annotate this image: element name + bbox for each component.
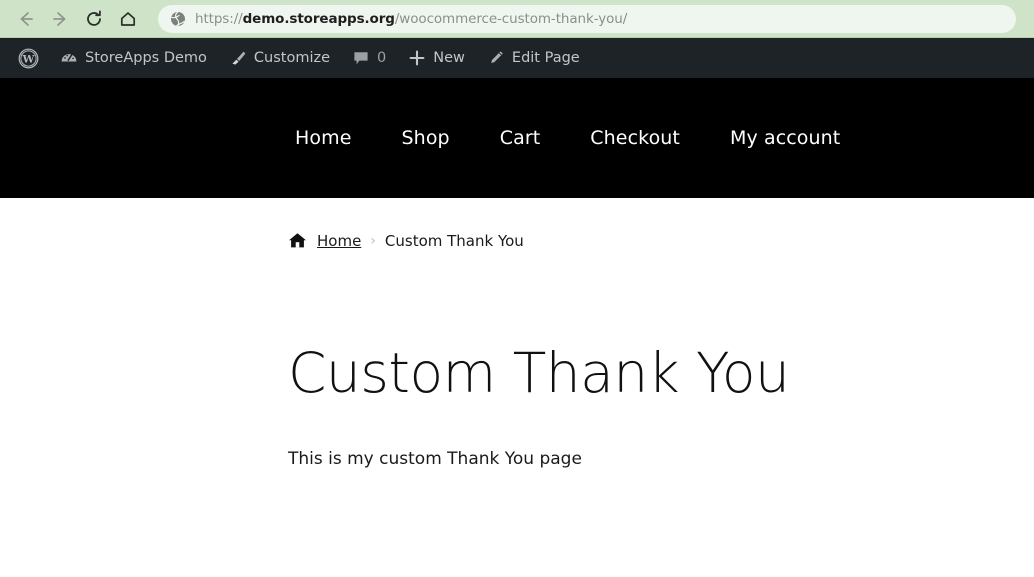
browser-toolbar: https://demo.storeapps.org/woocommerce-c… xyxy=(0,0,1034,38)
admin-bar-item-new[interactable]: New xyxy=(397,38,476,78)
site-header: Home Shop Cart Checkout My account xyxy=(0,78,1034,198)
page-title: Custom Thank You xyxy=(288,341,790,405)
back-button[interactable] xyxy=(10,3,42,35)
nav-item-cart[interactable]: Cart xyxy=(475,127,566,149)
primary-navigation: Home Shop Cart Checkout My account xyxy=(0,127,865,149)
house-icon xyxy=(288,231,307,250)
breadcrumb: Home › Custom Thank You xyxy=(288,198,994,250)
admin-bar-item-comments[interactable]: 0 xyxy=(341,38,397,78)
page-content: Home › Custom Thank You Custom Thank You… xyxy=(0,198,1034,473)
forward-button[interactable] xyxy=(44,3,76,35)
nav-item-shop[interactable]: Shop xyxy=(377,127,475,149)
breadcrumb-separator-icon: › xyxy=(370,232,376,249)
admin-bar-customize-label: Customize xyxy=(253,50,331,66)
paintbrush-icon xyxy=(229,49,247,67)
svg-text:W: W xyxy=(22,53,35,65)
plus-icon xyxy=(408,49,426,67)
wordpress-admin-bar: W StoreApps Demo Customize 0 New Edit Pa… xyxy=(0,38,1034,78)
wordpress-logo-icon: W xyxy=(18,48,39,69)
admin-bar-site-name-label: StoreApps Demo xyxy=(85,50,207,66)
admin-bar-edit-page-label: Edit Page xyxy=(511,50,580,66)
comment-bubble-icon xyxy=(352,49,370,67)
admin-bar-new-label: New xyxy=(433,50,465,66)
breadcrumb-current-page: Custom Thank You xyxy=(384,231,524,250)
admin-bar-item-site-name[interactable]: StoreApps Demo xyxy=(49,38,218,78)
nav-item-my-account[interactable]: My account xyxy=(705,127,865,149)
url-path: /woocommerce-custom-thank-you/ xyxy=(394,10,628,27)
url-scheme: https:// xyxy=(195,10,243,27)
nav-item-home[interactable]: Home xyxy=(270,127,377,149)
page-body-text: This is my custom Thank You page xyxy=(288,448,582,469)
home-outline-icon xyxy=(120,11,136,26)
forward-arrow-icon xyxy=(53,11,66,26)
pencil-icon xyxy=(487,49,505,67)
breadcrumb-home-link[interactable]: Home xyxy=(317,232,361,250)
admin-bar-item-customize[interactable]: Customize xyxy=(218,38,341,78)
url-host: demo.storeapps.org xyxy=(242,10,395,27)
dashboard-icon xyxy=(60,49,78,67)
reload-icon xyxy=(87,10,101,26)
admin-bar-wp-logo[interactable]: W xyxy=(8,38,49,78)
reload-button[interactable] xyxy=(78,3,110,35)
admin-bar-item-edit-page[interactable]: Edit Page xyxy=(476,38,591,78)
url-text: https://demo.storeapps.org/woocommerce-c… xyxy=(195,11,627,27)
back-arrow-icon xyxy=(20,11,33,26)
home-button[interactable] xyxy=(112,3,144,35)
address-bar[interactable]: https://demo.storeapps.org/woocommerce-c… xyxy=(158,4,1016,33)
globe-icon xyxy=(170,11,186,27)
admin-bar-comment-count: 0 xyxy=(377,50,387,66)
nav-item-checkout[interactable]: Checkout xyxy=(565,127,705,149)
